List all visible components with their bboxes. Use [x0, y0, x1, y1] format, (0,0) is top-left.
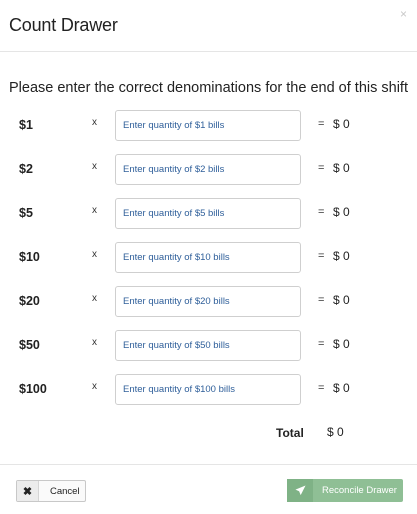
- row-amount: $ 0: [333, 205, 350, 219]
- equals-sign: =: [318, 338, 325, 350]
- quantity-input-1[interactable]: [115, 110, 301, 141]
- equals-sign: =: [318, 250, 325, 262]
- denomination-label: $5: [19, 206, 33, 220]
- equals-sign: =: [318, 118, 325, 130]
- quantity-input-5[interactable]: [115, 198, 301, 229]
- denomination-label: $10: [19, 250, 40, 264]
- close-icon[interactable]: ×: [400, 7, 407, 21]
- modal-footer: ✖ Cancel Reconcile Drawer: [0, 464, 417, 514]
- cancel-button[interactable]: ✖ Cancel: [16, 480, 86, 502]
- quantity-input-10[interactable]: [115, 242, 301, 273]
- modal-title: Count Drawer: [9, 15, 118, 35]
- denomination-row-2: $2 x = $ 0: [0, 154, 417, 185]
- quantity-input-2[interactable]: [115, 154, 301, 185]
- quantity-input-50[interactable]: [115, 330, 301, 361]
- reconcile-drawer-button[interactable]: Reconcile Drawer: [287, 479, 403, 502]
- multiply-sign: x: [92, 117, 97, 128]
- row-amount: $ 0: [333, 249, 350, 263]
- send-icon: [287, 479, 313, 502]
- denomination-row-1: $1 x = $ 0: [0, 110, 417, 141]
- equals-sign: =: [318, 162, 325, 174]
- row-amount: $ 0: [333, 381, 350, 395]
- denomination-label: $100: [19, 382, 47, 396]
- quantity-input-100[interactable]: [115, 374, 301, 405]
- denomination-label: $20: [19, 294, 40, 308]
- denomination-row-100: $100 x = $ 0: [0, 374, 417, 405]
- total-value: $ 0: [327, 425, 344, 439]
- equals-sign: =: [318, 382, 325, 394]
- instruction-text: Please enter the correct denominations f…: [9, 80, 408, 96]
- count-drawer-modal: Count Drawer × Please enter the correct …: [0, 0, 417, 514]
- equals-sign: =: [318, 294, 325, 306]
- row-amount: $ 0: [333, 117, 350, 131]
- multiply-sign: x: [92, 293, 97, 304]
- multiply-sign: x: [92, 161, 97, 172]
- denomination-label: $50: [19, 338, 40, 352]
- denomination-row-20: $20 x = $ 0: [0, 286, 417, 317]
- reconcile-button-label: Reconcile Drawer: [322, 485, 397, 496]
- denomination-label: $1: [19, 118, 33, 132]
- row-amount: $ 0: [333, 293, 350, 307]
- total-label: Total: [276, 426, 304, 440]
- denomination-row-5: $5 x = $ 0: [0, 198, 417, 229]
- denomination-row-10: $10 x = $ 0: [0, 242, 417, 273]
- quantity-input-20[interactable]: [115, 286, 301, 317]
- multiply-sign: x: [92, 337, 97, 348]
- multiply-sign: x: [92, 381, 97, 392]
- modal-header: Count Drawer ×: [0, 0, 417, 52]
- row-amount: $ 0: [333, 161, 350, 175]
- equals-sign: =: [318, 206, 325, 218]
- multiply-sign: x: [92, 205, 97, 216]
- multiply-sign: x: [92, 249, 97, 260]
- x-icon: ✖: [17, 481, 39, 501]
- cancel-button-label: Cancel: [50, 486, 80, 497]
- denomination-label: $2: [19, 162, 33, 176]
- row-amount: $ 0: [333, 337, 350, 351]
- denomination-row-50: $50 x = $ 0: [0, 330, 417, 361]
